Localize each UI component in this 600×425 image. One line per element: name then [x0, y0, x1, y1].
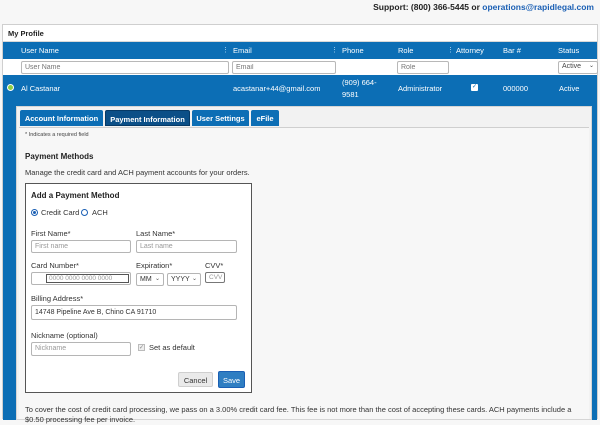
billing-address-label: Billing Address*	[31, 294, 84, 303]
row-phone-line2: 9581	[342, 90, 359, 99]
payment-methods-title: Payment Methods	[25, 152, 94, 161]
detail-panel: Account Information Payment Information …	[16, 106, 592, 424]
add-payment-method-title: Add a Payment Method	[31, 191, 120, 200]
expiration-label: Expiration*	[136, 261, 173, 270]
row-detail: Account Information Payment Information …	[3, 101, 597, 424]
last-name-label: Last Name*	[136, 229, 176, 238]
status-filter-select[interactable]: Active ⌄	[558, 61, 598, 74]
tab-user-settings[interactable]: User Settings	[192, 110, 249, 126]
set-default-checkbox[interactable]: ✓	[138, 344, 145, 351]
column-header-bar-number[interactable]: Bar #	[503, 46, 521, 55]
profile-title: My Profile	[3, 25, 597, 42]
column-header-email[interactable]: Email	[233, 46, 252, 55]
save-button[interactable]: Save	[218, 371, 245, 388]
expiration-year-select[interactable]: YYYY ⌄	[167, 273, 201, 286]
tab-payment-information[interactable]: Payment Information	[105, 110, 190, 126]
last-name-input[interactable]: Last name	[136, 240, 237, 253]
required-note: * Indicates a required field	[25, 132, 89, 138]
tab-account-information[interactable]: Account Information	[20, 110, 103, 126]
nickname-label: Nickname (optional)	[31, 331, 98, 340]
column-header-role[interactable]: Role	[398, 46, 413, 55]
email-filter-input[interactable]	[232, 61, 336, 74]
expiration-year-value: YYYY	[171, 276, 190, 283]
fee-note: To cover the cost of credit card process…	[25, 405, 572, 424]
row-bar-number: 000000	[503, 84, 529, 93]
payment-panel: * Indicates a required field Payment Met…	[19, 127, 589, 424]
username-filter-input[interactable]	[21, 61, 229, 74]
nickname-input[interactable]: Nickname	[31, 342, 131, 356]
card-number-input[interactable]: 0000 0000 0000 0000	[31, 272, 131, 285]
tab-efile[interactable]: eFile	[251, 110, 279, 126]
add-payment-method-form: Add a Payment Method Credit Card ACH Fir…	[25, 183, 252, 393]
chevron-down-icon: ⌄	[191, 276, 197, 282]
chevron-down-icon: ⌄	[154, 276, 160, 282]
support-label: Support: (800) 366-5445 or	[373, 2, 480, 12]
column-resize-handle[interactable]: ⋮	[331, 46, 338, 54]
credit-card-label: Credit Card	[41, 208, 80, 217]
column-header-attorney[interactable]: Attorney	[456, 46, 484, 55]
status-filter-value: Active	[562, 63, 582, 70]
cancel-button[interactable]: Cancel	[178, 372, 213, 387]
chevron-down-icon: ⌄	[588, 63, 594, 69]
row-user-name: Al Castanar	[21, 84, 61, 93]
grid-header: User Name ⋮ Email ⋮ Phone Role ⋮ Attorne…	[3, 42, 597, 59]
support-email-link[interactable]: operations@rapidlegal.com	[482, 2, 594, 12]
table-row[interactable]: Al Castanar acastanar+44@gmail.com (909)…	[3, 75, 597, 101]
profile-card: My Profile User Name ⋮ Email ⋮ Phone Rol…	[2, 24, 598, 424]
column-header-user-name[interactable]: User Name	[21, 46, 59, 55]
cvv-input[interactable]: CVV	[205, 272, 225, 283]
expiration-month-select[interactable]: MM ⌄	[136, 273, 164, 286]
card-number-label: Card Number*	[31, 261, 79, 270]
row-status: Active	[559, 84, 580, 93]
row-email: acastanar+44@gmail.com	[233, 84, 321, 93]
column-header-phone[interactable]: Phone	[342, 46, 364, 55]
payment-methods-description: Manage the credit card and ACH payment a…	[25, 168, 250, 177]
first-name-label: First Name*	[31, 229, 71, 238]
role-filter-input[interactable]	[397, 61, 449, 74]
credit-card-radio[interactable]	[31, 209, 38, 216]
ach-radio[interactable]	[81, 209, 88, 216]
billing-address-input[interactable]: 14748 Pipeline Ave B, Chino CA 91710	[31, 305, 237, 320]
row-role: Administrator	[398, 84, 443, 93]
support-bar: Support: (800) 366-5445 or operations@ra…	[0, 0, 600, 20]
row-phone-line1: (909) 664-	[342, 78, 377, 87]
expand-row-icon[interactable]	[7, 84, 14, 91]
ach-label: ACH	[92, 208, 108, 217]
attorney-check-icon: ✓	[471, 84, 478, 91]
filter-row: Active ⌄	[3, 59, 598, 75]
expiration-month-value: MM	[140, 276, 152, 283]
set-default-label: Set as default	[149, 343, 195, 352]
cvv-label: CVV*	[205, 261, 224, 270]
column-resize-handle[interactable]: ⋮	[447, 46, 454, 54]
column-header-status[interactable]: Status	[558, 46, 579, 55]
card-number-placeholder: 0000 0000 0000 0000	[46, 274, 129, 283]
first-name-input[interactable]: First name	[31, 240, 131, 253]
column-resize-handle[interactable]: ⋮	[222, 46, 229, 54]
